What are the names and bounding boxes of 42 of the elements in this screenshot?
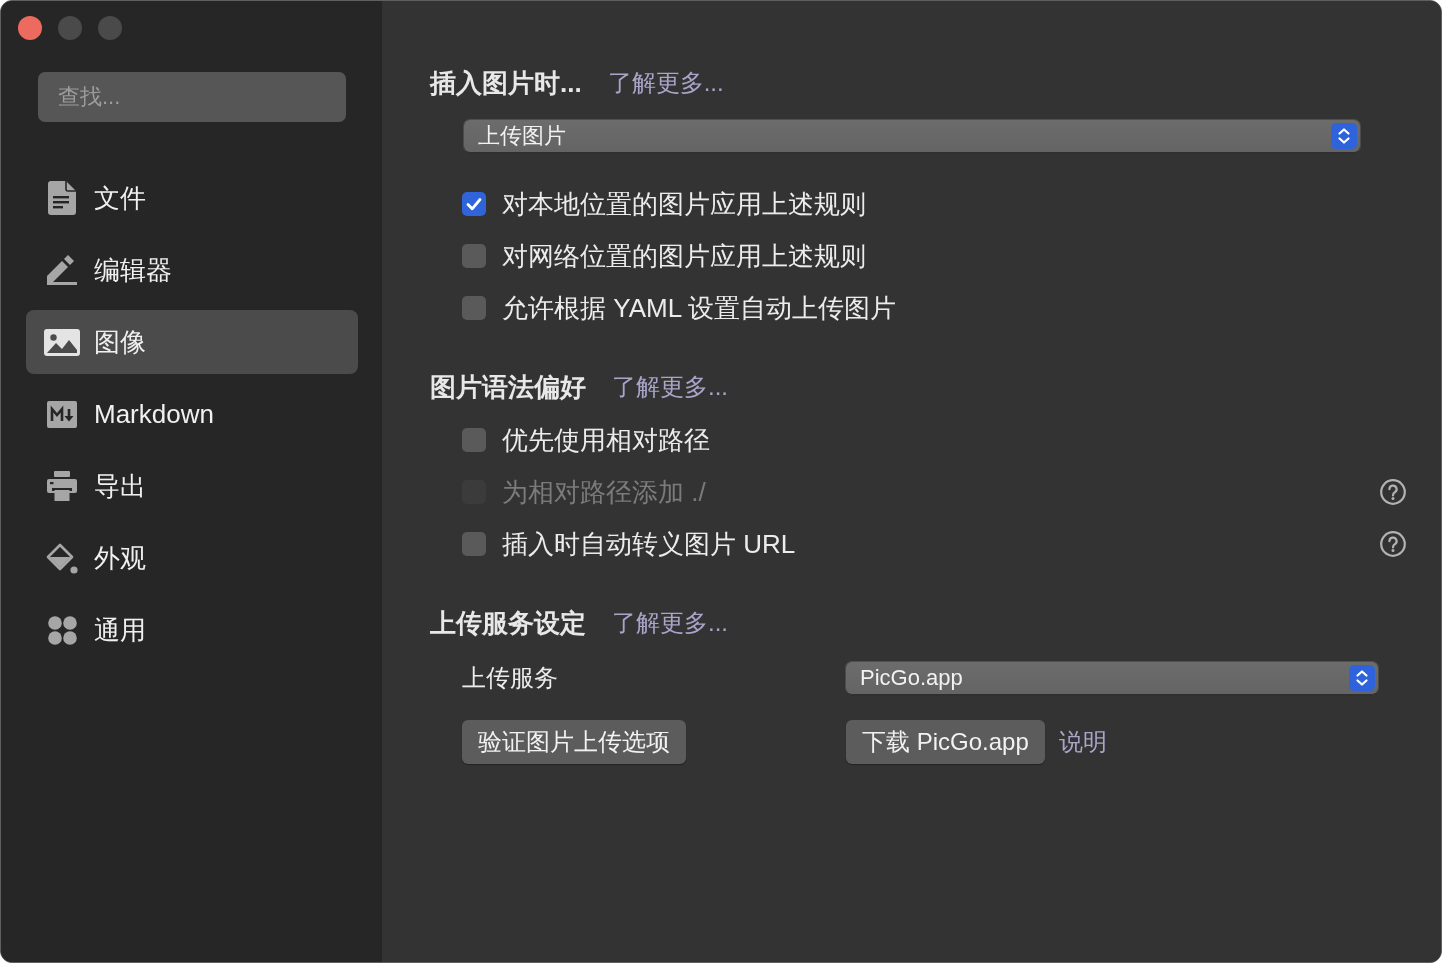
sidebar-item[interactable]: 通用 [26, 598, 358, 662]
up-down-arrows-icon [1349, 665, 1375, 691]
paint-bucket-icon [46, 542, 78, 574]
sidebar-item[interactable]: 文件 [26, 166, 358, 230]
up-down-arrows-icon [1331, 123, 1357, 149]
dropdown[interactable]: PicGo.app [846, 662, 1378, 694]
close-button[interactable] [18, 16, 42, 40]
sidebar-item[interactable]: 编辑器 [26, 238, 358, 302]
help-icon[interactable] [1380, 531, 1406, 557]
section-title: 图片语法偏好 [430, 370, 586, 404]
checkbox[interactable] [462, 244, 486, 268]
checkbox-label: 允许根据 YAML 设置自动上传图片 [502, 291, 897, 325]
learn-more-link[interactable]: 了解更多... [612, 607, 728, 639]
section-title: 上传服务设定 [430, 606, 586, 640]
search-field[interactable]: 查找... [38, 72, 346, 122]
verify-button[interactable]: 验证图片上传选项 [462, 720, 686, 764]
checkbox-label: 插入时自动转义图片 URL [502, 527, 796, 561]
printer-icon [47, 471, 77, 501]
sidebar-item[interactable]: 图像 [26, 310, 358, 374]
download-button[interactable]: 下载 PicGo.app [846, 720, 1045, 764]
image-icon [44, 328, 80, 356]
sidebar-item[interactable]: 外观 [26, 526, 358, 590]
checkbox-label: 对本地位置的图片应用上述规则 [502, 187, 866, 221]
markdown-icon [47, 400, 77, 428]
pencil-icon [47, 255, 77, 285]
checkbox-label: 对网络位置的图片应用上述规则 [502, 239, 866, 273]
learn-more-link[interactable]: 了解更多... [607, 67, 724, 99]
info-link[interactable]: 说明 [1058, 726, 1107, 758]
four-dots-icon [47, 615, 77, 645]
document-icon [48, 181, 76, 215]
learn-more-link[interactable]: 了解更多... [612, 371, 728, 403]
checkbox[interactable] [462, 532, 486, 556]
checkbox[interactable] [462, 192, 486, 216]
field-label: 上传服务 [462, 663, 559, 693]
checkbox-label: 为相对路径添加 ./ [502, 475, 706, 509]
checkbox[interactable] [462, 296, 486, 320]
section-title: 插入图片时... [430, 66, 582, 100]
dropdown[interactable]: 上传图片 [464, 120, 1360, 152]
checkbox[interactable] [462, 428, 486, 452]
sidebar-item[interactable]: 导出 [26, 454, 358, 518]
checkbox-label: 优先使用相对路径 [502, 423, 710, 457]
sidebar-item[interactable]: Markdown [26, 382, 358, 446]
